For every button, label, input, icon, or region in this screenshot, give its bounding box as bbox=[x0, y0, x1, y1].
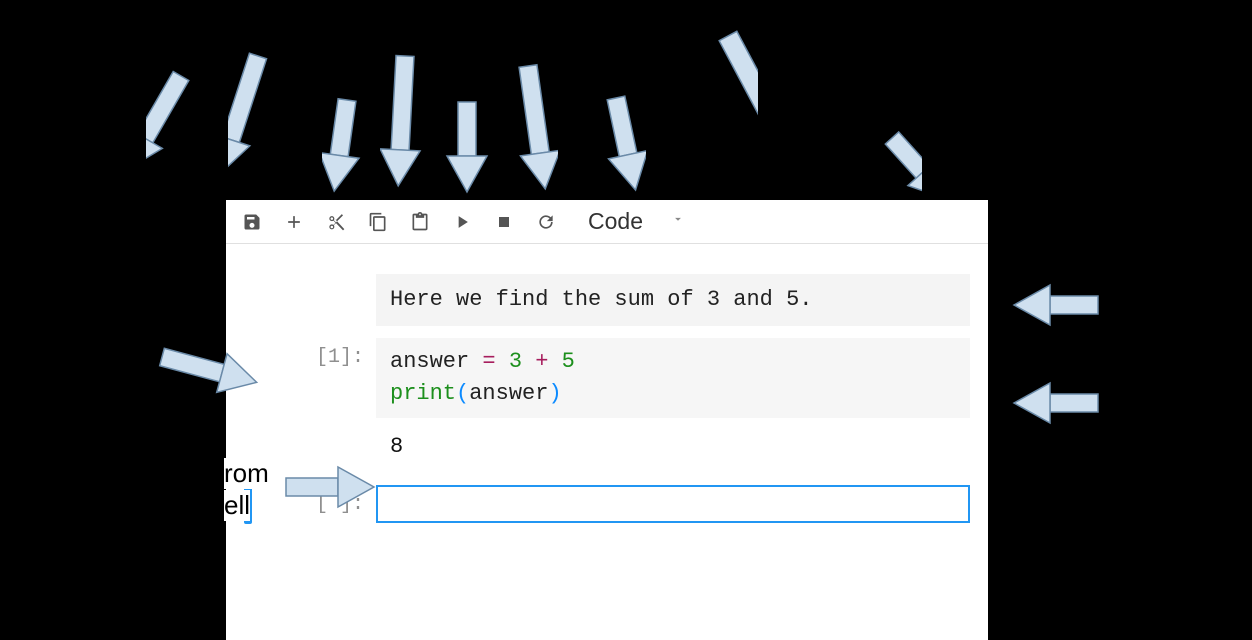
restart-button[interactable] bbox=[528, 204, 564, 240]
refresh-icon bbox=[536, 212, 556, 232]
annotation-arrow bbox=[998, 280, 1108, 330]
annotation-arrow bbox=[586, 90, 646, 210]
code-token: 5 bbox=[562, 349, 575, 374]
empty-prompt: [ ]: bbox=[258, 485, 376, 524]
cell-type-select[interactable]: Code bbox=[574, 204, 695, 240]
output-content-1: 8 bbox=[376, 426, 417, 467]
paste-button[interactable] bbox=[402, 204, 438, 240]
code-token: answer bbox=[390, 349, 469, 374]
empty-code-input[interactable] bbox=[376, 485, 970, 523]
play-icon bbox=[452, 212, 472, 232]
cut-button[interactable] bbox=[318, 204, 354, 240]
scissors-icon bbox=[326, 212, 346, 232]
code-token: print bbox=[390, 381, 456, 406]
code-token: ( bbox=[456, 381, 469, 406]
annotation-arrow bbox=[322, 92, 372, 202]
stop-icon bbox=[494, 212, 514, 232]
code-token: 3 bbox=[509, 349, 522, 374]
output-cell-1: 8 bbox=[226, 426, 988, 467]
copy-icon bbox=[368, 212, 388, 232]
cropped-label-top: rom bbox=[224, 458, 269, 489]
annotation-arrow bbox=[146, 66, 216, 196]
notebook-panel: Code Here we find the sum of 3 and 5. [1… bbox=[226, 200, 988, 640]
code-content-1[interactable]: answer = 3 + 5 print(answer) bbox=[376, 338, 970, 418]
markdown-cell[interactable]: Here we find the sum of 3 and 5. bbox=[226, 274, 988, 326]
code-cell-1[interactable]: [1]: answer = 3 + 5 print(answer) bbox=[226, 338, 988, 418]
annotation-arrow bbox=[498, 58, 558, 208]
code-prompt-1: [1]: bbox=[258, 338, 376, 377]
code-token: + bbox=[522, 349, 562, 374]
cell-select-bar bbox=[244, 338, 252, 418]
cropped-label-bottom: ell bbox=[224, 490, 250, 521]
cell-select-bar bbox=[244, 274, 252, 326]
chevron-down-icon bbox=[671, 212, 685, 231]
cells-area: Here we find the sum of 3 and 5. [1]: an… bbox=[226, 244, 988, 524]
run-button[interactable] bbox=[444, 204, 480, 240]
annotation-arrow bbox=[442, 94, 492, 204]
code-cell-empty[interactable]: [ ]: bbox=[226, 485, 988, 524]
plus-icon bbox=[284, 212, 304, 232]
copy-button[interactable] bbox=[360, 204, 396, 240]
notebook-toolbar: Code bbox=[226, 200, 988, 244]
add-cell-button[interactable] bbox=[276, 204, 312, 240]
save-icon bbox=[242, 212, 262, 232]
code-token: = bbox=[469, 349, 509, 374]
annotation-arrow bbox=[380, 48, 430, 198]
code-token: ) bbox=[548, 381, 561, 406]
prompt-empty bbox=[258, 274, 376, 290]
save-button[interactable] bbox=[234, 204, 270, 240]
stop-button[interactable] bbox=[486, 204, 522, 240]
cell-type-label: Code bbox=[588, 208, 643, 235]
annotation-arrow bbox=[998, 378, 1108, 428]
prompt-empty bbox=[258, 426, 376, 442]
annotation-arrow bbox=[658, 26, 758, 216]
code-token: answer bbox=[469, 381, 548, 406]
markdown-content[interactable]: Here we find the sum of 3 and 5. bbox=[376, 274, 970, 326]
annotation-arrow bbox=[228, 46, 288, 196]
clipboard-icon bbox=[410, 212, 430, 232]
